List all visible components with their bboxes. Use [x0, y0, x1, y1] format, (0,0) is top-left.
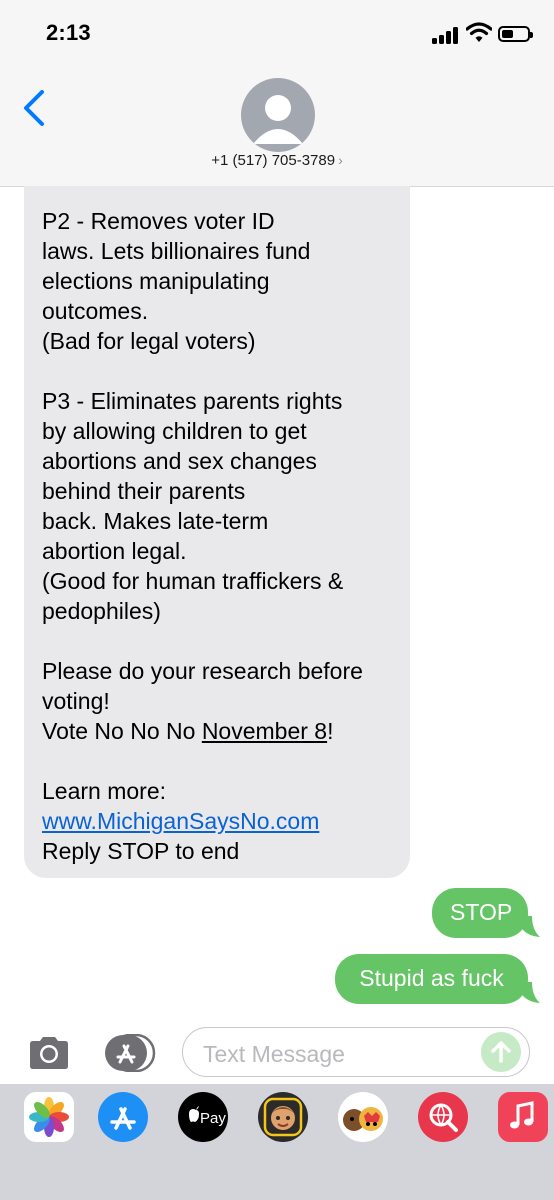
- message-placeholder: Text Message: [203, 1041, 345, 1067]
- outgoing-message-text: STOP: [450, 899, 513, 925]
- apple-pay-icon[interactable]: Pay: [178, 1092, 228, 1142]
- memoji-icon[interactable]: [258, 1092, 308, 1142]
- message-vote-line: Vote No No No November 8!: [42, 716, 394, 746]
- battery-icon: [498, 26, 533, 42]
- app-store-icon[interactable]: [98, 1092, 148, 1142]
- cellular-signal-icon: [432, 26, 460, 44]
- contact-phone-text: +1 (517) 705-3789: [211, 152, 336, 169]
- compose-bar: Text Message: [0, 1022, 554, 1084]
- website-link[interactable]: www.MichiganSaysNo.com: [42, 806, 394, 836]
- outgoing-message-bubble[interactable]: Stupid as fuck: [335, 954, 528, 1004]
- keyboard-safe-area: [0, 1152, 554, 1200]
- app-store-drawer-icon[interactable]: [104, 1034, 156, 1072]
- contact-avatar[interactable]: [241, 78, 315, 152]
- message-thread: P2 - Removes voter ID laws. Lets billion…: [0, 186, 554, 1022]
- photos-app-icon[interactable]: [24, 1092, 74, 1142]
- music-icon[interactable]: [498, 1092, 548, 1142]
- send-button[interactable]: [481, 1032, 521, 1072]
- message-paragraph-research: Please do your research before voting!: [42, 658, 363, 714]
- camera-icon[interactable]: [26, 1034, 72, 1072]
- vote-prefix: Vote No No No: [42, 718, 202, 744]
- outgoing-message-bubble[interactable]: STOP: [432, 888, 528, 938]
- learn-more-label: Learn more:: [42, 778, 167, 804]
- reply-stop-text: Reply STOP to end: [42, 838, 240, 864]
- animoji-icon[interactable]: [338, 1092, 388, 1142]
- outgoing-bubble-tail: [520, 916, 540, 937]
- status-time: 2:13: [46, 20, 91, 45]
- message-text-field[interactable]: Text Message: [182, 1027, 530, 1077]
- imessage-app-drawer: Pay: [0, 1084, 554, 1152]
- web-search-icon[interactable]: [418, 1092, 468, 1142]
- message-paragraph-p3: P3 - Eliminates parents rights by allowi…: [42, 388, 344, 624]
- wifi-icon: [466, 22, 492, 42]
- conversation-header: +1 (517) 705-3789 ›: [0, 64, 554, 187]
- outgoing-message-text: Stupid as fuck: [359, 965, 504, 991]
- incoming-message-bubble[interactable]: P2 - Removes voter ID laws. Lets billion…: [24, 186, 410, 878]
- message-paragraph-p2: P2 - Removes voter ID laws. Lets billion…: [42, 208, 311, 354]
- person-silhouette-icon: [253, 95, 303, 144]
- chevron-right-icon: ›: [338, 152, 343, 168]
- vote-date-link[interactable]: November 8: [202, 718, 327, 744]
- apple-pay-label: Pay: [200, 1110, 226, 1127]
- contact-phone-number[interactable]: +1 (517) 705-3789 ›: [0, 152, 554, 169]
- back-chevron-icon[interactable]: [18, 88, 52, 128]
- arrow-up-icon: [491, 1041, 511, 1063]
- vote-suffix: !: [327, 718, 334, 744]
- battery-level: [502, 30, 513, 38]
- status-bar: 2:13: [0, 0, 554, 64]
- outgoing-bubble-tail: [520, 982, 540, 1003]
